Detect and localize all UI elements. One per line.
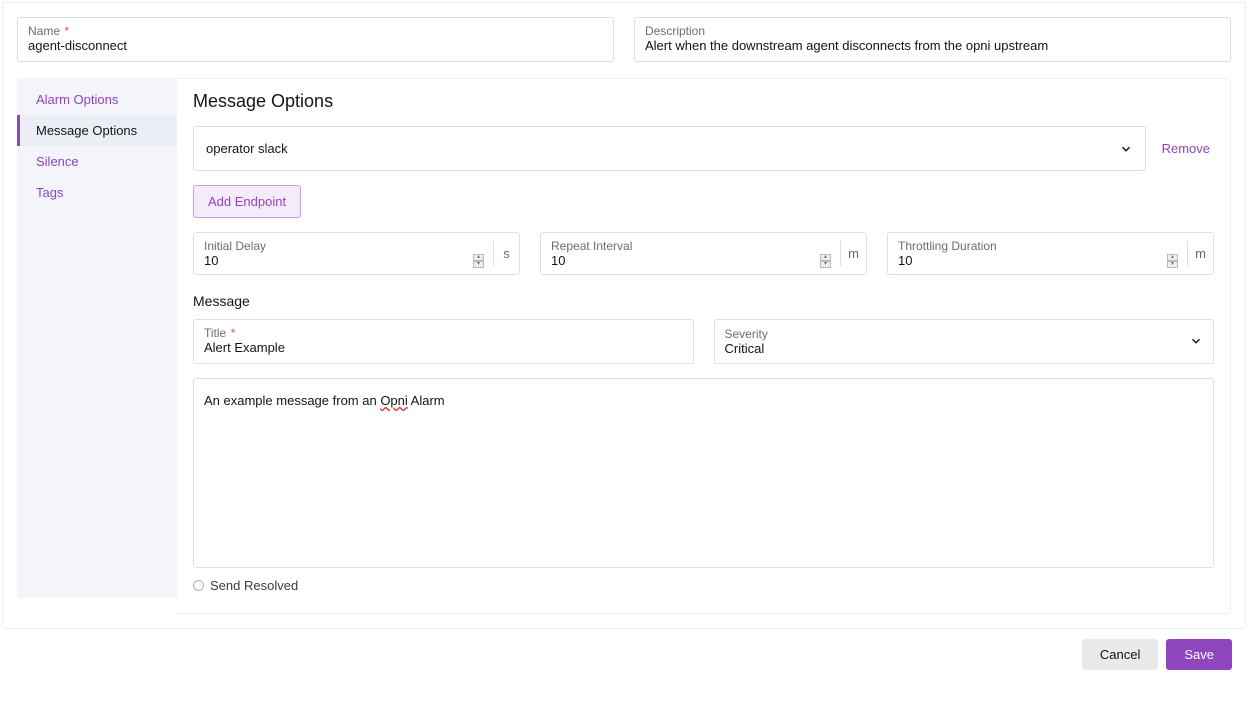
initial-delay-label: Initial Delay <box>204 239 485 253</box>
description-field[interactable]: Description Alert when the downstream ag… <box>634 17 1231 62</box>
name-label: Name * <box>28 24 603 38</box>
message-body-textarea[interactable]: An example message from an Opni Alarm <box>193 378 1214 568</box>
main-panel: Message Options operator slack Remove Ad… <box>177 78 1231 614</box>
endpoint-select[interactable]: operator slack <box>193 126 1146 171</box>
page-container: Name * agent-disconnect Description Aler… <box>2 2 1246 629</box>
endpoint-row: operator slack Remove <box>193 126 1214 171</box>
chevron-down-icon <box>1119 142 1133 156</box>
message-body-spell: Opni <box>380 393 407 408</box>
sidebar-item-silence[interactable]: Silence <box>17 146 177 177</box>
send-resolved-option[interactable]: Send Resolved <box>193 578 1214 593</box>
spinner-control[interactable]: ▴▾ <box>473 254 485 268</box>
severity-value: Critical <box>725 341 768 356</box>
send-resolved-label: Send Resolved <box>210 578 298 593</box>
repeat-interval-label: Repeat Interval <box>551 239 832 253</box>
endpoint-value: operator slack <box>206 141 288 156</box>
title-label: Title * <box>204 326 683 340</box>
repeat-interval-field[interactable]: Repeat Interval 10 ▴▾ m <box>540 232 867 275</box>
spinner-control[interactable]: ▴▾ <box>820 254 832 268</box>
header-row: Name * agent-disconnect Description Aler… <box>17 17 1231 62</box>
severity-select[interactable]: Severity Critical <box>714 319 1215 364</box>
severity-label: Severity <box>725 327 768 341</box>
name-value: agent-disconnect <box>28 38 603 53</box>
message-body-text: An example message from an <box>204 393 380 408</box>
throttling-duration-label: Throttling Duration <box>898 239 1179 253</box>
repeat-interval-unit: m <box>840 241 866 266</box>
body-row: Alarm Options Message Options Silence Ta… <box>17 78 1231 614</box>
description-label: Description <box>645 24 1220 38</box>
chevron-down-icon <box>1189 334 1203 348</box>
throttling-duration-field[interactable]: Throttling Duration 10 ▴▾ m <box>887 232 1214 275</box>
cancel-button[interactable]: Cancel <box>1082 639 1158 670</box>
repeat-interval-value: 10 <box>551 253 565 268</box>
title-value: Alert Example <box>204 340 683 355</box>
timing-row: Initial Delay 10 ▴▾ s Repeat Interval 10… <box>193 232 1214 275</box>
initial-delay-value: 10 <box>204 253 218 268</box>
message-body-text: Alarm <box>408 393 445 408</box>
throttling-duration-value: 10 <box>898 253 912 268</box>
initial-delay-field[interactable]: Initial Delay 10 ▴▾ s <box>193 232 520 275</box>
sidebar-item-alarm-options[interactable]: Alarm Options <box>17 84 177 115</box>
throttling-duration-unit: m <box>1187 241 1213 266</box>
sidebar-item-message-options[interactable]: Message Options <box>17 115 177 146</box>
spinner-control[interactable]: ▴▾ <box>1167 254 1179 268</box>
radio-icon <box>193 580 204 591</box>
name-field[interactable]: Name * agent-disconnect <box>17 17 614 62</box>
title-field[interactable]: Title * Alert Example <box>193 319 694 364</box>
message-section-label: Message <box>193 293 1214 309</box>
section-title: Message Options <box>193 91 1214 112</box>
sidebar: Alarm Options Message Options Silence Ta… <box>17 78 177 598</box>
message-header-row: Title * Alert Example Severity Critical <box>193 319 1214 364</box>
sidebar-item-tags[interactable]: Tags <box>17 177 177 208</box>
save-button[interactable]: Save <box>1166 639 1232 670</box>
add-endpoint-button[interactable]: Add Endpoint <box>193 185 301 218</box>
initial-delay-unit: s <box>493 241 519 266</box>
remove-endpoint-link[interactable]: Remove <box>1162 141 1214 156</box>
description-value: Alert when the downstream agent disconne… <box>645 38 1220 53</box>
footer-actions: Cancel Save <box>2 629 1246 670</box>
